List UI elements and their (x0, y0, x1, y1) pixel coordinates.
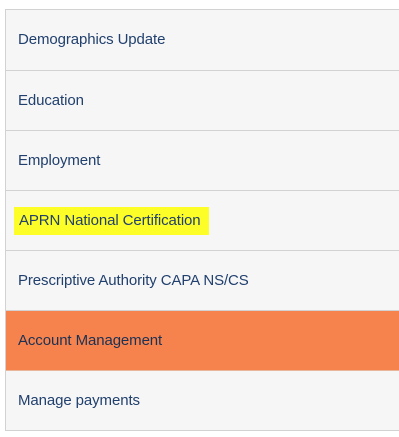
sidebar-item-label: Prescriptive Authority CAPA NS/CS (18, 271, 249, 289)
sidebar-item-account-management[interactable]: Account Management (6, 311, 399, 371)
sidebar-item-employment[interactable]: Employment (6, 131, 399, 191)
sidebar-item-label: Employment (18, 151, 101, 169)
sidebar-item-aprn-national-certification[interactable]: APRN National Certification (6, 191, 399, 251)
sidebar-nav-menu: Demographics Update Education Employment… (5, 9, 399, 431)
sidebar-item-education[interactable]: Education (6, 71, 399, 131)
sidebar-item-demographics-update[interactable]: Demographics Update (6, 10, 399, 71)
sidebar-item-label: Account Management (18, 331, 163, 349)
sidebar-item-label-highlighted: APRN National Certification (14, 206, 209, 235)
sidebar-item-label: Education (18, 91, 84, 109)
sidebar-item-label: Demographics Update (18, 31, 166, 48)
sidebar-item-label: Manage payments (18, 391, 140, 409)
sidebar-item-prescriptive-authority[interactable]: Prescriptive Authority CAPA NS/CS (6, 251, 399, 311)
sidebar-item-manage-payments[interactable]: Manage payments (6, 371, 399, 431)
